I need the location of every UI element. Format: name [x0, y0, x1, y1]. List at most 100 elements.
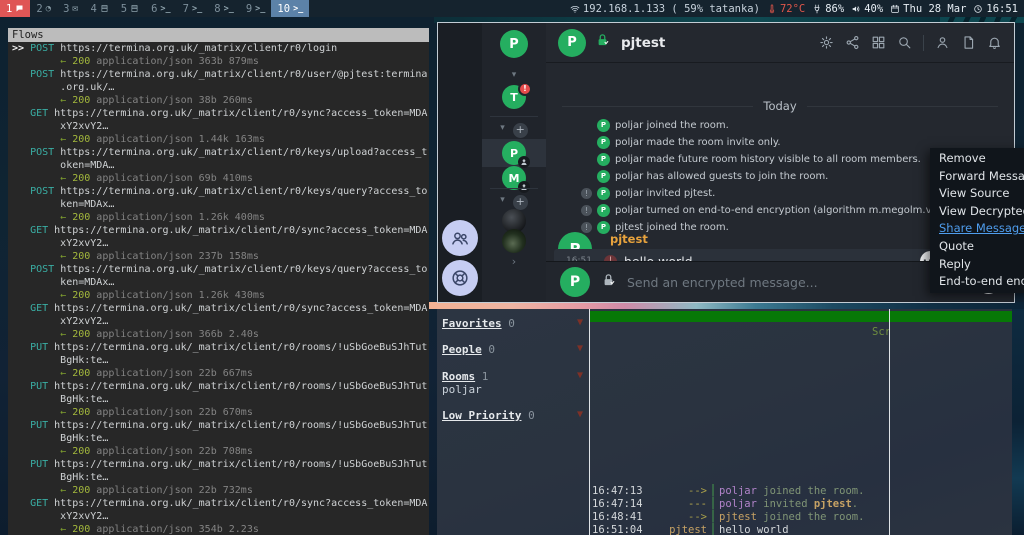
- composer-placeholder[interactable]: Send an encrypted message...: [627, 275, 967, 290]
- section-label: Low Priority: [442, 409, 521, 422]
- message-row[interactable]: 16:51 ! hello world: [554, 249, 946, 261]
- flow-row[interactable]: PUT https://termina.org.uk/_matrix/clien…: [12, 380, 429, 419]
- buffer-section-low-priority[interactable]: Low Priority 0▼: [442, 409, 584, 423]
- room-avatar[interactable]: P: [558, 29, 586, 57]
- workspace-7[interactable]: 7>_: [177, 0, 209, 17]
- collapse-triangle-icon[interactable]: ▼: [577, 343, 583, 354]
- workspace-6[interactable]: 6>_: [145, 0, 177, 17]
- workspace-10[interactable]: 10>_: [271, 0, 309, 17]
- message-text: hello world: [624, 254, 693, 262]
- flow-row[interactable]: GET https://termina.org.uk/_matrix/clien…: [12, 497, 429, 535]
- gear-icon[interactable]: [819, 35, 834, 50]
- person-icon[interactable]: [935, 35, 950, 50]
- status-text: 192.168.1.133 ( 59% tatanka): [583, 3, 760, 15]
- add-button[interactable]: +: [513, 123, 528, 138]
- grid-icon[interactable]: [871, 35, 886, 50]
- flow-row[interactable]: PUT https://termina.org.uk/_matrix/clien…: [12, 341, 429, 380]
- add-button[interactable]: +: [513, 195, 528, 210]
- warn-slot: !: [578, 205, 592, 216]
- flow-row[interactable]: POST https://termina.org.uk/_matrix/clie…: [12, 146, 429, 185]
- log-separator: │: [707, 498, 719, 511]
- flow-row[interactable]: >> POST https://termina.org.uk/_matrix/c…: [12, 42, 429, 68]
- share-icon[interactable]: [845, 35, 860, 50]
- flow-row[interactable]: GET https://termina.org.uk/_matrix/clien…: [12, 224, 429, 263]
- account-avatar[interactable]: P: [482, 30, 546, 58]
- workspace-4[interactable]: 4: [84, 0, 114, 17]
- file-icon[interactable]: [961, 35, 976, 50]
- collapse-triangle-icon[interactable]: ▼: [577, 370, 583, 381]
- workspace-list: 12◔3✉456>_7>_8>_9>_10>_: [0, 0, 309, 17]
- flow-row[interactable]: PUT https://termina.org.uk/_matrix/clien…: [12, 419, 429, 458]
- flow-row[interactable]: POST https://termina.org.uk/_matrix/clie…: [12, 263, 429, 302]
- chat-icon: [15, 4, 24, 13]
- room-avatar[interactable]: M: [482, 166, 546, 190]
- help-button[interactable]: [442, 260, 478, 296]
- flow-row[interactable]: POST https://termina.org.uk/_matrix/clie…: [12, 185, 429, 224]
- event-avatar: P: [597, 187, 610, 200]
- buffer-section-rooms[interactable]: Rooms 1▼: [442, 370, 584, 384]
- system-status: 192.168.1.133 ( 59% tatanka)72°C86%40%Th…: [570, 3, 1024, 15]
- status-clock: 16:51: [973, 3, 1018, 15]
- section-count: 1: [475, 370, 488, 383]
- room-avatar[interactable]: P: [482, 141, 546, 165]
- workspace-number: 7: [183, 3, 189, 15]
- book-icon: [100, 4, 109, 13]
- status-plug: 86%: [812, 3, 844, 15]
- header-separator: [923, 35, 924, 51]
- section-controls: ▾+: [482, 123, 546, 138]
- menu-item-end-to-end-encry[interactable]: End-to-end encry: [930, 273, 1024, 291]
- section-label: Favorites: [442, 317, 502, 330]
- composer-lock-icon: [600, 272, 617, 293]
- expand-chevron-icon[interactable]: ›: [482, 255, 546, 268]
- log-text: poljar: [719, 498, 757, 511]
- collapse-triangle-icon[interactable]: ▼: [577, 317, 583, 328]
- avatar: [502, 229, 526, 253]
- collapse-chevron-icon[interactable]: ▾: [500, 123, 505, 138]
- encryption-lock-icon: [594, 32, 611, 53]
- collapse-chevron-icon[interactable]: ▾: [500, 195, 505, 210]
- room-avatar[interactable]: T!: [482, 85, 546, 109]
- log-text: .: [852, 498, 858, 511]
- menu-item-forward-message[interactable]: Forward Message: [930, 168, 1024, 186]
- bell-icon[interactable]: [987, 35, 1002, 50]
- workspace-1[interactable]: 1: [0, 0, 30, 17]
- buffer-section-people[interactable]: People 0▼: [442, 343, 584, 357]
- workspace-3[interactable]: 3✉: [57, 0, 84, 17]
- flow-row[interactable]: PUT https://termina.org.uk/_matrix/clien…: [12, 458, 429, 497]
- room-entry-poljar[interactable]: poljar: [442, 383, 482, 396]
- menu-item-view-source[interactable]: View Source: [930, 185, 1024, 203]
- flow-row[interactable]: GET https://termina.org.uk/_matrix/clien…: [12, 302, 429, 341]
- menu-item-view-decrypted-s[interactable]: View Decrypted S: [930, 203, 1024, 221]
- collapse-triangle-icon[interactable]: ▼: [577, 409, 583, 420]
- notification-badge: !: [518, 82, 532, 96]
- unverified-icon: !: [581, 222, 592, 233]
- room-image-avatar[interactable]: [482, 229, 546, 253]
- mitmproxy-terminal[interactable]: Flows >> POST https://termina.org.uk/_ma…: [8, 28, 429, 535]
- flow-row[interactable]: POST https://termina.org.uk/_matrix/clie…: [12, 68, 429, 107]
- status-text: 40%: [864, 3, 883, 15]
- menu-item-quote[interactable]: Quote: [930, 238, 1024, 256]
- search-icon[interactable]: [897, 35, 912, 50]
- workspace-8[interactable]: 8>_: [208, 0, 240, 17]
- event-avatar: P: [597, 119, 610, 132]
- chat-column: Scroll up to load more mess 16:47:13-->│…: [590, 309, 889, 535]
- gomuks-terminal[interactable]: Favorites 0▼People 0▼Rooms 1▼poljarLow P…: [437, 309, 1012, 535]
- workspace-9[interactable]: 9>_: [240, 0, 272, 17]
- workspace-2[interactable]: 2◔: [30, 0, 57, 17]
- member-status-badge: [518, 181, 530, 193]
- book-icon: [130, 4, 139, 13]
- buffer-section-favorites[interactable]: Favorites 0▼: [442, 317, 584, 331]
- people-button[interactable]: [442, 220, 478, 256]
- status-text: Thu 28 Mar: [903, 3, 966, 15]
- top-status-bar: 12◔3✉456>_7>_8>_9>_10>_ 192.168.1.133 ( …: [0, 0, 1024, 17]
- log-prefix: -->: [645, 511, 707, 524]
- event-text: pjtest joined the room.: [615, 222, 729, 233]
- flow-row[interactable]: GET https://termina.org.uk/_matrix/clien…: [12, 107, 429, 146]
- collapse-chevron-icon[interactable]: ▾: [482, 70, 546, 80]
- event-avatar: P: [597, 153, 610, 166]
- workspace-5[interactable]: 5: [115, 0, 145, 17]
- menu-item-share-message[interactable]: Share Message: [930, 220, 1024, 238]
- menu-item-reply[interactable]: Reply: [930, 256, 1024, 274]
- rail-divider: [490, 188, 538, 189]
- menu-item-remove[interactable]: Remove: [930, 150, 1024, 168]
